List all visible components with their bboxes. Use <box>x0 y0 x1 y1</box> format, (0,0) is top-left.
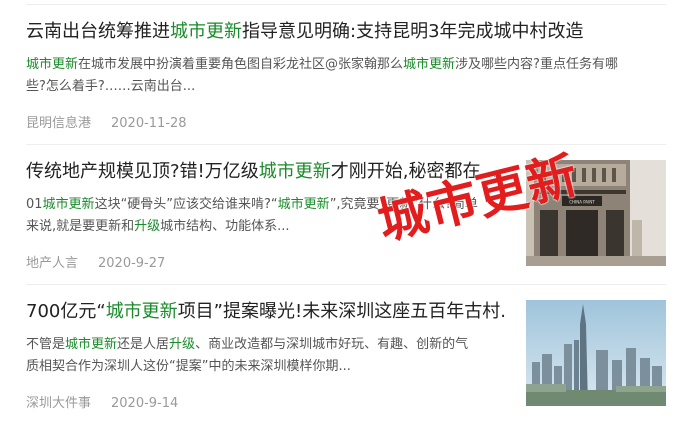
divider <box>26 284 666 285</box>
article-date: 2020-11-28 <box>111 116 187 131</box>
article-date: 2020-9-27 <box>98 256 166 271</box>
article-source: 深圳大件事 <box>26 396 92 411</box>
article-thumbnail-3[interactable] <box>526 300 666 406</box>
article-date: 2020-9-14 <box>111 396 179 411</box>
article-meta-2: 地产人言 2020-9-27 <box>26 252 506 271</box>
article-summary-1: 城市更新在城市发展中扮演着重要角色图自彩龙社区@张家翰那么城市更新涉及哪些内容?… <box>26 57 618 94</box>
article-meta-1: 昆明信息港 2020-11-28 <box>26 112 666 131</box>
article-title-3[interactable]: 700亿元“城市更新项目”提案曝光!未来深圳这座五百年古村... <box>26 300 506 324</box>
top-divider <box>26 4 666 5</box>
skyline-image <box>526 300 666 406</box>
divider <box>26 144 666 145</box>
article-source: 昆明信息港 <box>26 116 92 131</box>
article-meta-3: 深圳大件事 2020-9-14 <box>26 392 506 411</box>
article-summary-3: 不管是城市更新还是人居升级、商业改造都与深圳城市好玩、有趣、创新的气 质相契合作… <box>26 337 469 374</box>
article-item-1[interactable]: 云南出台统筹推进城市更新指导意见明确:支持昆明3年完成城中村改造 城市更新在城市… <box>26 20 666 131</box>
article-source: 地产人言 <box>26 256 79 271</box>
article-title-1[interactable]: 云南出台统筹推进城市更新指导意见明确:支持昆明3年完成城中村改造 <box>26 20 666 44</box>
article-item-3[interactable]: 700亿元“城市更新项目”提案曝光!未来深圳这座五百年古村... 不管是城市更新… <box>26 300 506 411</box>
